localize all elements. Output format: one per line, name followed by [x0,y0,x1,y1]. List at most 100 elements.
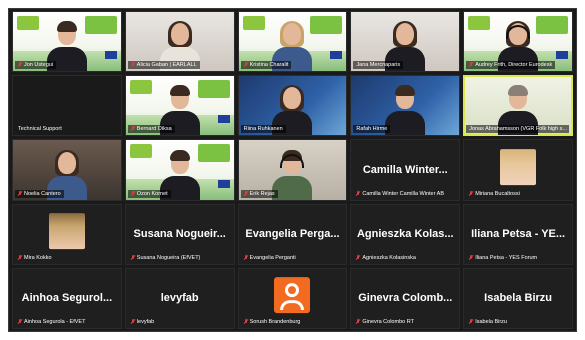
mic-off-icon [131,62,135,68]
participant-name-label: Miriana Bucaltossi [475,190,520,197]
mic-off-icon [131,126,135,132]
participant-name-tag: Jon Ustegui [15,61,57,70]
participant-display-name: Agnieszka Kolas... [356,228,454,241]
eu-flag-icon [104,51,117,60]
mic-off-icon [18,319,22,325]
mic-off-icon [469,319,473,325]
event-banner [197,80,230,99]
participant-name-tag: Isabela Birzu [466,318,510,326]
participant-tile[interactable]: Sorush Brandenburg [237,267,348,329]
participant-tile[interactable]: Agnieszka Kolas... Agnieszka Kolasinska [350,203,461,265]
default-avatar-icon [274,277,311,314]
participant-name-label: Evangelia Perganti [249,254,296,261]
participant-name-label: Erik Rejas [249,190,275,197]
participant-name-tag: Technical Support [15,125,65,133]
mic-off-icon [244,319,248,325]
participant-tile[interactable]: Mira Kokko [12,203,122,265]
participant-name-label: Kristina Charalit [249,62,289,69]
participant-name-tag: Bernard Diksa [127,125,175,134]
participant-tile[interactable]: Technical Support [12,75,122,137]
event-banner [310,16,343,34]
participant-name-label: Iliana Petsa - YES Forum [475,254,538,261]
participant-name-tag: Noelia Cantero [15,189,64,198]
participant-tile[interactable]: Erik Rejas [237,139,348,201]
participant-video-figure [385,85,426,136]
participant-tile[interactable]: Ginevra Colomb... Ginevra Colombo RT [350,267,461,329]
participant-name-tag: Riina Ruhkanen [240,125,286,134]
participant-name-tag: Ginevra Colombo RT [353,318,417,326]
participant-name-label: Technical Support [18,126,62,133]
participant-tile[interactable]: Miriana Bucaltossi [463,139,573,201]
participant-tile[interactable]: Susana Nogueir... Susana Nogueira (EfVET) [124,203,235,265]
participant-name-label: Agnieszka Kolasinska [362,254,416,261]
mic-off-icon [356,254,360,261]
participant-display-name: Isabela Birzu [484,292,553,305]
participant-name-label: Jana Mercnaparis [356,62,401,69]
participant-name-label: Isabela Birzu [475,319,507,325]
participant-name-tag: Agnieszka Kolasinska [353,254,419,262]
participant-name-tag: Ainhoa Segurola - EfVET [15,318,88,326]
participant-tile[interactable]: Jon Ustegui [12,11,122,73]
participant-tile[interactable]: Noelia Cantero [12,139,122,201]
participant-name-tag: Jana Mercnaparis [353,61,404,70]
participant-tile[interactable]: Jonas Abrahamsson (VGR Folk high s... [463,75,573,137]
participant-name-tag: Mira Kokko [15,254,55,262]
participant-name-tag: Susana Nogueira (EfVET) [128,254,204,262]
video-call-gallery: Jon Ustegui Alicia Gaban | EARLALL Kristin… [8,8,577,332]
participant-grid: Jon Ustegui Alicia Gaban | EARLALL Kristin… [12,11,573,329]
participant-tile[interactable]: Audrey Frith, Director Eurodesk [463,11,573,73]
participant-name-tag: Rafah Hirme [353,125,391,134]
participant-name-label: Alicia Gaban | EARLALL [136,62,197,69]
participant-tile[interactable]: Camilla Winter... Camilla Winter Camilla … [350,139,461,201]
eu-flag-icon [217,179,230,188]
event-banner [84,16,117,34]
participant-name-tag: Sorush Brandenburg [241,318,304,326]
participant-name-label: Ozon Kornet [136,190,168,197]
participant-tile[interactable]: Alicia Gaban | EARLALL [124,11,235,73]
participant-name-label: levyfab [136,319,155,325]
participant-name-tag: Miriana Bucaltossi [466,190,523,198]
participant-tile[interactable]: Evangelia Perga... Evangelia Perganti [237,203,348,265]
profile-photo [500,149,537,186]
mic-off-icon [131,319,135,325]
eu-flag-icon [330,51,343,60]
participant-name-tag: Camilla Winter Camilla Winter AB [353,190,447,198]
mic-off-icon [131,190,135,197]
participant-name-label: Ainhoa Segurola - EfVET [24,319,86,325]
participant-name-tag: Audrey Frith, Director Eurodesk [466,61,556,70]
participant-tile[interactable]: Ozon Kornet [124,139,235,201]
event-logo [242,16,265,30]
mic-off-icon [18,190,22,197]
mic-off-icon [244,190,248,197]
mic-off-icon [18,62,22,68]
profile-photo [48,213,85,250]
participant-name-tag: Erik Rejas [240,189,278,198]
participant-tile[interactable]: Bernard Diksa [124,75,235,137]
mic-off-icon [356,319,360,325]
participant-tile[interactable]: levyfab levyfab [124,267,235,329]
participant-name-label: Sorush Brandenburg [249,319,301,325]
participant-tile[interactable]: Isabela Birzu Isabela Birzu [463,267,573,329]
participant-tile[interactable]: Ainhoa Segurol... Ainhoa Segurola - EfVET [12,267,122,329]
participant-name-label: Jonas Abrahamsson (VGR Folk high s... [469,126,568,133]
participant-name-label: Riina Ruhkanen [243,126,283,133]
participant-name-tag: levyfab [128,318,157,326]
mic-off-icon [469,62,473,68]
participant-display-name: Camilla Winter... [362,163,448,176]
participant-video-figure [272,149,313,200]
participant-tile[interactable]: Rafah Hirme [350,75,461,137]
eu-flag-icon [556,51,568,60]
event-banner [197,144,230,163]
mic-off-icon [356,190,360,197]
participant-name-label: Camilla Winter Camilla Winter AB [362,190,444,197]
participant-name-label: Bernard Diksa [136,126,172,133]
participant-tile[interactable]: Kristina Charalit [237,11,348,73]
participant-name-label: Mira Kokko [24,254,52,261]
participant-name-tag: Evangelia Perganti [241,254,299,262]
participant-tile[interactable]: Iliana Petsa - YE... Iliana Petsa - YES F… [463,203,573,265]
event-logo [468,16,491,30]
participant-tile[interactable]: Jana Mercnaparis [350,11,461,73]
mic-off-icon [131,254,135,261]
participant-display-name: Susana Nogueir... [133,228,226,241]
participant-tile[interactable]: Riina Ruhkanen [237,75,348,137]
